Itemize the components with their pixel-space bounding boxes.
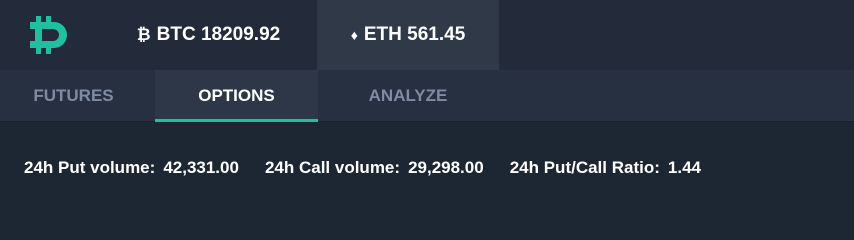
stat-call-volume-label: 24h Call volume: [264,158,401,177]
stat-put-call-ratio: 24h Put/Call Ratio: 1.44 [510,158,701,178]
stat-put-volume: 24h Put volume: 42,331.00 [24,158,239,178]
stat-put-volume-label: 24h Put volume: [24,158,156,177]
top-bar: ₿ BTC 18209.92 ♦ ETH 561.45 [0,0,854,70]
ticker-eth[interactable]: ♦ ETH 561.45 [317,0,499,70]
bitcoin-logo-icon [30,16,67,54]
tab-analyze[interactable]: ANALYZE [318,70,498,121]
ticker-eth-label: ETH 561.45 [363,24,466,45]
tab-futures-label: FUTURES [33,85,114,105]
ticker-btc[interactable]: ₿ BTC 18209.92 [100,0,317,70]
stat-call-volume-value: 29,298.00 [408,158,484,177]
tab-analyze-label: ANALYZE [368,85,448,105]
tab-options[interactable]: OPTIONS [155,70,318,122]
tab-bar: FUTURES OPTIONS ANALYZE [0,70,854,122]
stats-bar: 24h Put volume: 42,331.00 24h Call volum… [0,123,854,213]
tab-options-label: OPTIONS [198,85,275,105]
ethereum-icon: ♦ [350,27,358,43]
bitcoin-icon: ₿ [136,25,151,44]
active-tab-indicator [155,119,318,122]
app-logo[interactable] [0,0,100,70]
ticker-btc-label: BTC 18209.92 [156,24,281,45]
stat-put-call-ratio-label: 24h Put/Call Ratio: [509,158,660,177]
stat-call-volume: 24h Call volume: 29,298.00 [265,158,484,178]
stat-put-volume-value: 42,331.00 [163,158,239,177]
tab-futures[interactable]: FUTURES [0,70,155,121]
stat-put-call-ratio-value: 1.44 [667,158,701,177]
